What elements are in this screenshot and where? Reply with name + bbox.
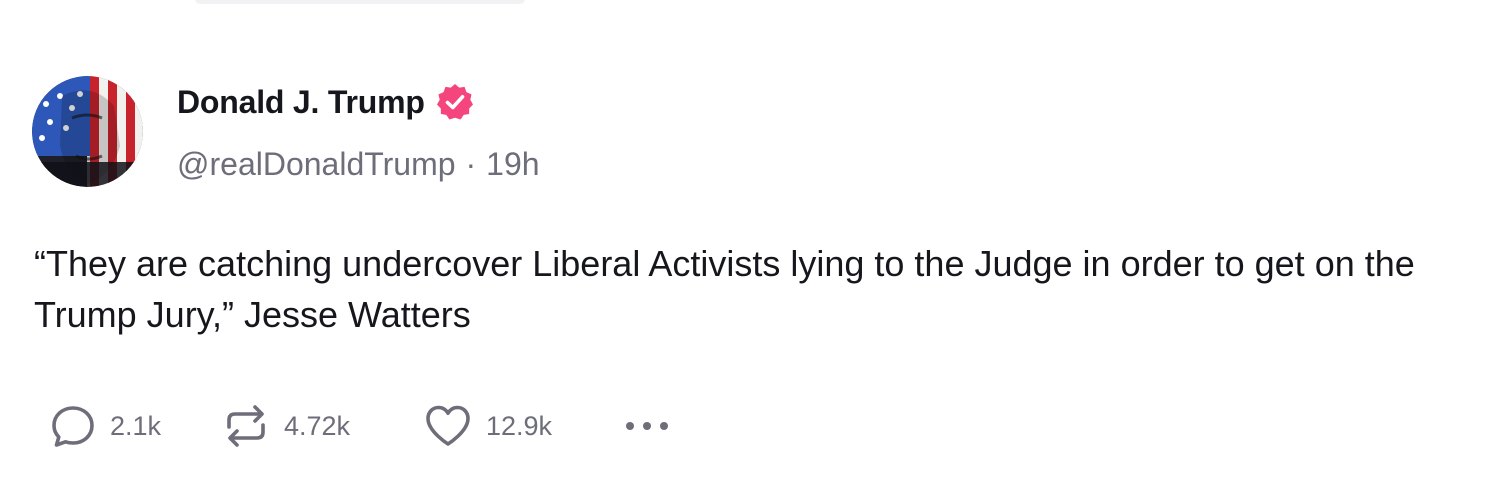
post-timestamp[interactable]: 19h	[486, 146, 539, 183]
author-handle[interactable]: @realDonaldTrump	[177, 146, 456, 183]
action-bar: 2.1k 4.72k 12.9k	[48, 398, 672, 454]
repost-count: 4.72k	[284, 410, 351, 441]
meta-separator: ·	[465, 146, 477, 182]
post-text: “They are catching undercover Liberal Ac…	[34, 243, 1415, 335]
name-row: Donald J. Trump	[177, 78, 540, 126]
repost-button[interactable]: 4.72k	[220, 400, 422, 452]
meta-row: @realDonaldTrump · 19h	[177, 146, 540, 183]
reply-icon	[48, 401, 98, 451]
heart-icon	[422, 400, 474, 452]
repost-icon	[220, 400, 272, 452]
reply-count: 2.1k	[110, 410, 162, 441]
reply-button[interactable]: 2.1k	[48, 401, 220, 451]
like-count: 12.9k	[486, 410, 553, 441]
top-divider	[195, 0, 525, 4]
post-card: Donald J. Trump @realDonaldTrump · 19h “…	[0, 0, 1500, 490]
ellipsis-icon	[622, 416, 672, 436]
verified-badge-icon	[435, 82, 475, 122]
post-header: Donald J. Trump @realDonaldTrump · 19h	[177, 78, 540, 183]
author-display-name[interactable]: Donald J. Trump	[177, 84, 425, 121]
avatar[interactable]	[32, 76, 143, 187]
like-button[interactable]: 12.9k	[422, 400, 618, 452]
more-options-button[interactable]	[622, 416, 672, 436]
